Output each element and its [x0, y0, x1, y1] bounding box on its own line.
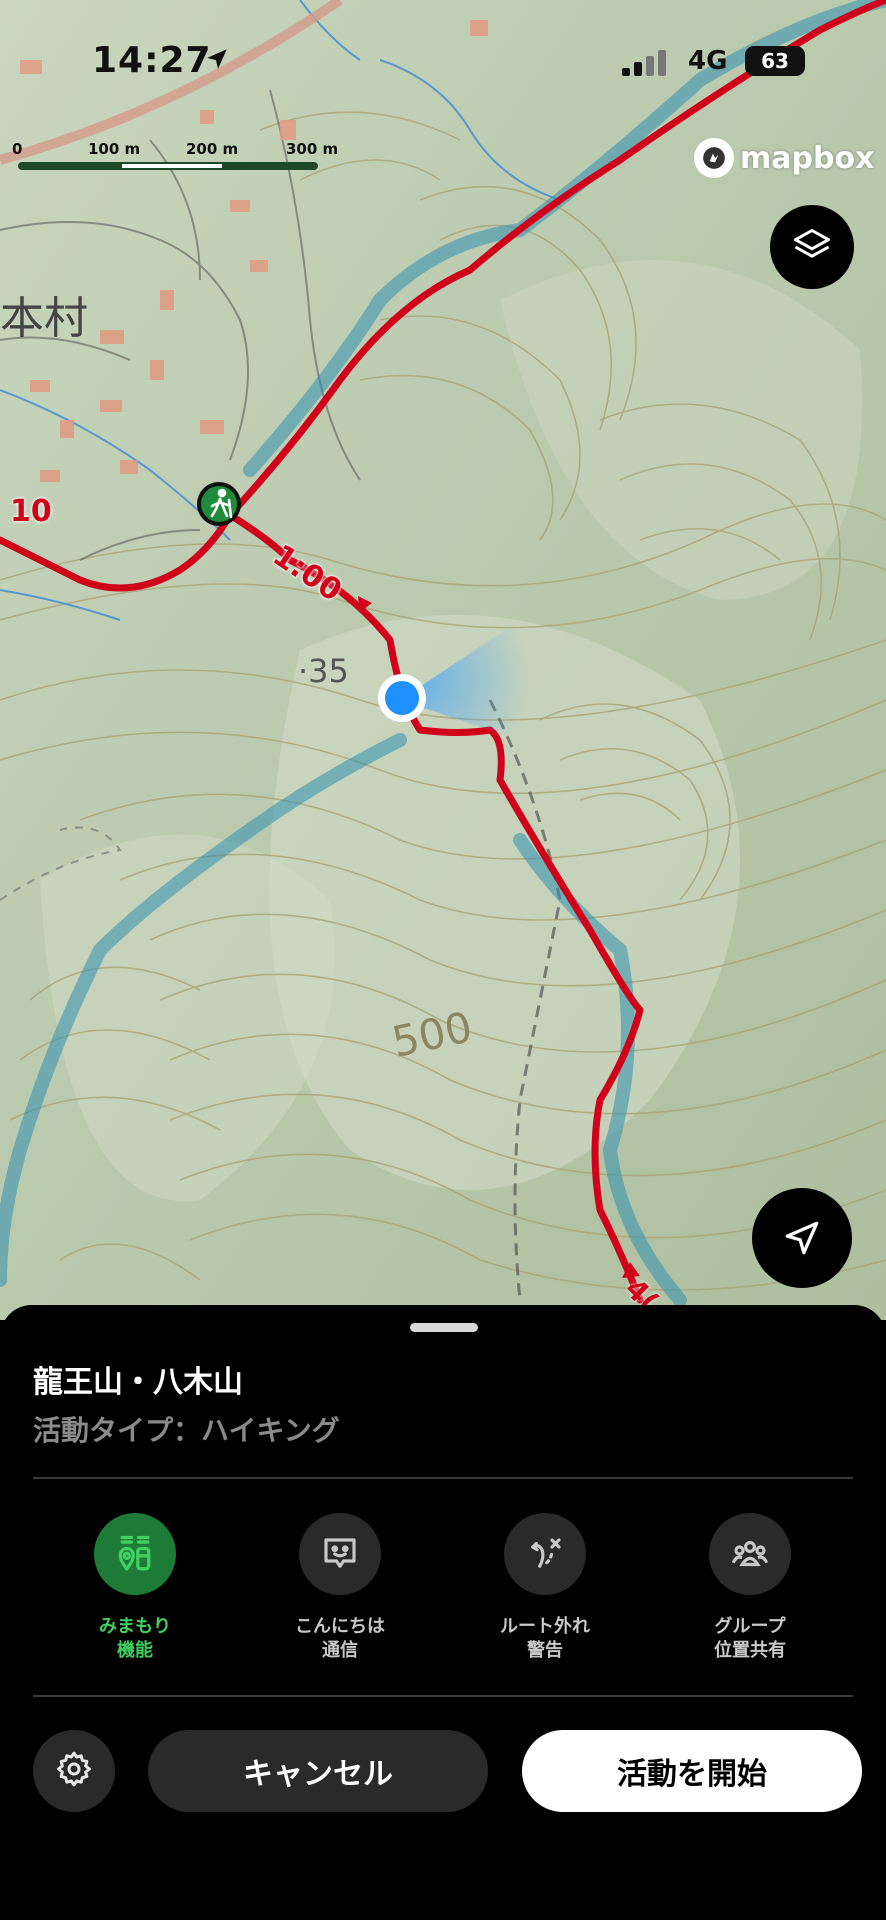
layers-icon: [790, 225, 834, 269]
start-activity-button[interactable]: 活動を開始: [522, 1730, 862, 1812]
group-icon: [709, 1513, 791, 1595]
mapbox-logo-icon: [694, 138, 734, 178]
location-arrow-icon: [204, 46, 230, 72]
layers-button[interactable]: [770, 205, 854, 289]
signal-icon: [622, 50, 674, 76]
scale-label-0: 0: [12, 140, 23, 158]
activity-bottom-sheet: 龍王山・八木山 活動タイプ：ハイキング みまもり 機能 こんにちは 通信 ルート…: [0, 1305, 886, 1920]
scale-bar-segment: [122, 164, 222, 168]
off-route-icon: [504, 1513, 586, 1595]
locate-button[interactable]: [752, 1188, 852, 1288]
scale-bar: 0 100 m 200 m 300 m: [12, 140, 342, 180]
cancel-button[interactable]: キャンセル: [148, 1730, 488, 1812]
gear-icon: [54, 1749, 94, 1793]
scale-label-300: 300 m: [286, 140, 339, 158]
status-bar: 14:27 4G 63: [0, 38, 886, 88]
map-view[interactable]: 本村 10 1:00 ·35 500 4( 14:27 4G 63 0 100 …: [0, 0, 886, 1320]
sheet-drag-handle[interactable]: [410, 1323, 478, 1332]
mapbox-label: mapbox: [740, 140, 875, 176]
scale-label-100: 100 m: [88, 140, 141, 158]
activity-type: 活動タイプ：ハイキング: [33, 1414, 340, 1447]
settings-button[interactable]: [33, 1730, 115, 1812]
elevation-point-label: ·35: [298, 652, 349, 690]
network-type: 4G: [688, 46, 728, 76]
mapbox-attribution[interactable]: mapbox: [694, 138, 874, 178]
divider-bottom: [33, 1695, 853, 1697]
feature-group-location-label: グループ 位置共有: [714, 1616, 786, 1661]
watch-over-icon: [94, 1513, 176, 1595]
route-number-label: 10: [10, 494, 52, 529]
village-label: 本村: [0, 293, 88, 344]
scale-label-200: 200 m: [186, 140, 239, 158]
status-time: 14:27: [92, 40, 212, 81]
route-title: 龍王山・八木山: [33, 1365, 243, 1400]
divider-top: [33, 1477, 853, 1479]
greeting-icon: [299, 1513, 381, 1595]
feature-greeting-label: こんにちは 通信: [295, 1616, 385, 1661]
feature-watch-over[interactable]: みまもり 機能: [40, 1513, 230, 1663]
feature-greeting[interactable]: こんにちは 通信: [245, 1513, 435, 1663]
feature-off-route-label: ルート外れ 警告: [500, 1616, 590, 1661]
battery-icon: 63: [745, 46, 805, 76]
feature-watch-over-label: みまもり 機能: [99, 1616, 171, 1661]
feature-off-route[interactable]: ルート外れ 警告: [450, 1513, 640, 1663]
navigation-arrow-icon: [780, 1216, 824, 1260]
feature-group-location[interactable]: グループ 位置共有: [655, 1513, 845, 1663]
